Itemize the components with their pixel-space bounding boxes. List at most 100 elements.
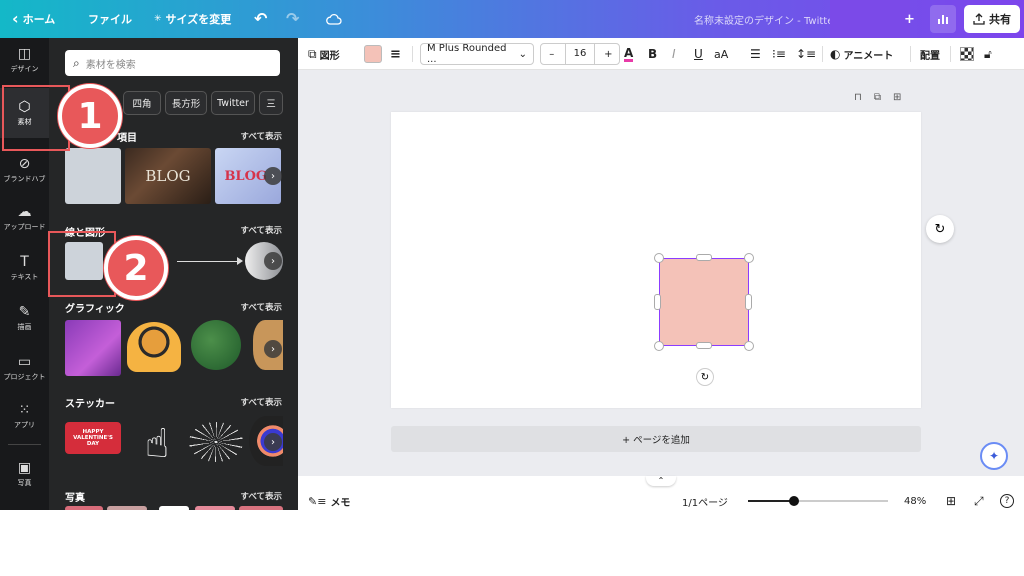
photo-thumb[interactable] bbox=[107, 506, 147, 510]
add-collaborator-button[interactable]: + bbox=[904, 0, 915, 38]
resize-handle-tl[interactable] bbox=[654, 253, 664, 263]
resize-handle-left[interactable] bbox=[654, 294, 661, 310]
rail-item-text[interactable]: T テキスト bbox=[0, 246, 49, 290]
resize-handle-br[interactable] bbox=[744, 341, 754, 351]
font-family-select[interactable]: M Plus Rounded ... ⌄ bbox=[420, 43, 534, 65]
undo-button[interactable]: ↶ bbox=[254, 0, 267, 38]
add-page-label: + ページを追加 bbox=[622, 435, 690, 446]
rail-item-upload[interactable]: ☁ アップロード bbox=[0, 196, 49, 240]
chip-square[interactable]: 四角 bbox=[123, 91, 161, 115]
photo-thumb[interactable] bbox=[239, 506, 283, 510]
graphics-scroll-right[interactable]: › bbox=[264, 340, 282, 358]
transparency-button[interactable] bbox=[960, 38, 974, 70]
rail-item-apps[interactable]: ⁙ アプリ bbox=[0, 394, 49, 438]
design-page[interactable]: ↻ bbox=[391, 112, 921, 408]
italic-button[interactable]: I bbox=[672, 38, 676, 70]
add-page-button[interactable]: + ページを追加 bbox=[391, 426, 921, 452]
magic-assistant-button[interactable]: ✦ bbox=[980, 442, 1008, 470]
rail-item-brand[interactable]: ⊘ ブランドハブ bbox=[0, 148, 49, 192]
recent-thumb-square[interactable] bbox=[65, 148, 121, 204]
lock-icon: 🔓︎ bbox=[984, 46, 992, 61]
position-button[interactable]: 配置 bbox=[920, 38, 940, 70]
plus-icon: + bbox=[904, 11, 915, 27]
photos-see-all[interactable]: すべて表示 bbox=[240, 490, 282, 502]
add-page-icon[interactable]: ⊞ bbox=[893, 92, 901, 103]
resize-button[interactable]: ✳ サイズを変更 bbox=[154, 0, 231, 38]
font-size-stepper: – 16 + bbox=[540, 43, 620, 65]
chip-more[interactable]: 三 bbox=[259, 91, 283, 115]
photo-thumb[interactable] bbox=[65, 506, 103, 510]
sticker-valentine[interactable]: HAPPY VALENTINE'S DAY bbox=[65, 422, 121, 454]
sticker-hand[interactable]: ☝ bbox=[135, 418, 179, 470]
fullscreen-button[interactable]: ⤢ bbox=[974, 490, 984, 512]
font-size-value[interactable]: 16 bbox=[565, 44, 595, 64]
zoom-slider-knob[interactable] bbox=[789, 496, 800, 506]
photo-thumb[interactable] bbox=[195, 506, 235, 510]
rotate-handle[interactable]: ↻ bbox=[696, 368, 714, 386]
recent-scroll-right[interactable]: › bbox=[264, 167, 282, 185]
align-button[interactable]: ☰ bbox=[750, 38, 761, 70]
side-regenerate-button[interactable]: ↻ bbox=[926, 215, 954, 243]
shape-picker-button[interactable]: ⧉ 図形 bbox=[308, 38, 340, 70]
graphic-monstera[interactable] bbox=[191, 320, 241, 370]
design-title[interactable]: 名称未設定のデザイン - Twitter bbox=[694, 0, 837, 38]
page-indicator[interactable]: 1/1ページ bbox=[682, 490, 728, 512]
border-style-button[interactable]: ≡ bbox=[390, 38, 401, 70]
graphic-people[interactable] bbox=[65, 320, 121, 376]
graphics-see-all[interactable]: すべて表示 bbox=[240, 301, 282, 313]
fill-color-button[interactable] bbox=[364, 38, 382, 70]
recent-see-all[interactable]: すべて表示 bbox=[240, 130, 282, 142]
shapes-see-all[interactable]: すべて表示 bbox=[240, 224, 282, 236]
resize-handle-bl[interactable] bbox=[654, 341, 664, 351]
rail-label: ブランドハブ bbox=[3, 174, 46, 183]
lock-icon[interactable]: ⊓ bbox=[854, 92, 862, 103]
zoom-level[interactable]: 48% bbox=[904, 490, 926, 512]
redo-button[interactable]: ↷ bbox=[286, 0, 299, 38]
chip-rectangle[interactable]: 長方形 bbox=[165, 91, 207, 115]
resize-handle-right[interactable] bbox=[745, 294, 752, 310]
photo-thumb[interactable] bbox=[159, 506, 189, 510]
shape-arrow[interactable] bbox=[199, 261, 241, 262]
undo-icon: ↶ bbox=[254, 9, 268, 28]
callout-number-text: 2 bbox=[123, 247, 149, 289]
text-color-button[interactable]: A bbox=[624, 38, 634, 70]
share-button[interactable]: 共有 bbox=[964, 5, 1020, 33]
selected-rectangle[interactable] bbox=[659, 258, 749, 346]
rail-item-design[interactable]: ◫ デザイン bbox=[0, 38, 49, 82]
font-size-increase[interactable]: + bbox=[598, 49, 619, 60]
resize-handle-bottom[interactable] bbox=[696, 342, 712, 349]
cloud-save-button[interactable] bbox=[326, 0, 342, 38]
search-input[interactable]: ⌕ 素材を検索 bbox=[65, 50, 280, 76]
grid-view-button[interactable]: ⊞ bbox=[946, 490, 956, 512]
underline-button[interactable]: U bbox=[694, 38, 703, 70]
home-button[interactable]: ‹ ホーム bbox=[12, 0, 55, 38]
notes-expand-handle[interactable]: ⌃ bbox=[646, 476, 676, 486]
shapes-scroll-right[interactable]: › bbox=[264, 252, 282, 270]
chip-twitter[interactable]: Twitter bbox=[211, 91, 255, 115]
bold-button[interactable]: B bbox=[648, 38, 657, 70]
stickers-scroll-right[interactable]: › bbox=[264, 433, 282, 451]
toolbar-divider bbox=[910, 46, 911, 62]
list-button[interactable]: ⁝≡ bbox=[772, 38, 786, 70]
lock-button[interactable]: 🔓︎ bbox=[984, 38, 992, 70]
duplicate-icon[interactable]: ⧉ bbox=[874, 92, 881, 103]
line-spacing-icon: ↕≡ bbox=[796, 47, 817, 61]
spacing-button[interactable]: ↕≡ bbox=[796, 38, 816, 70]
help-button[interactable]: ? bbox=[1000, 490, 1014, 512]
sticker-burst[interactable] bbox=[189, 422, 243, 462]
rail-label: プロジェクト bbox=[3, 372, 46, 381]
insights-button[interactable] bbox=[930, 5, 956, 33]
font-size-decrease[interactable]: – bbox=[541, 49, 562, 60]
resize-handle-top[interactable] bbox=[696, 254, 712, 261]
notes-button[interactable]: ✎≡ メモ bbox=[308, 490, 350, 512]
animate-button[interactable]: ◐ アニメート bbox=[830, 38, 893, 70]
graphic-person[interactable] bbox=[127, 322, 181, 372]
resize-handle-tr[interactable] bbox=[744, 253, 754, 263]
stickers-see-all[interactable]: すべて表示 bbox=[240, 396, 282, 408]
rail-item-draw[interactable]: ✎ 描画 bbox=[0, 296, 49, 340]
letter-case-button[interactable]: aA bbox=[714, 38, 728, 70]
file-menu-button[interactable]: ファイル bbox=[88, 0, 132, 38]
rail-item-photos[interactable]: ▣ 写真 bbox=[0, 452, 49, 496]
recent-thumb-blog[interactable]: BLOG bbox=[125, 148, 211, 204]
rail-item-projects[interactable]: ▭ プロジェクト bbox=[0, 346, 49, 390]
